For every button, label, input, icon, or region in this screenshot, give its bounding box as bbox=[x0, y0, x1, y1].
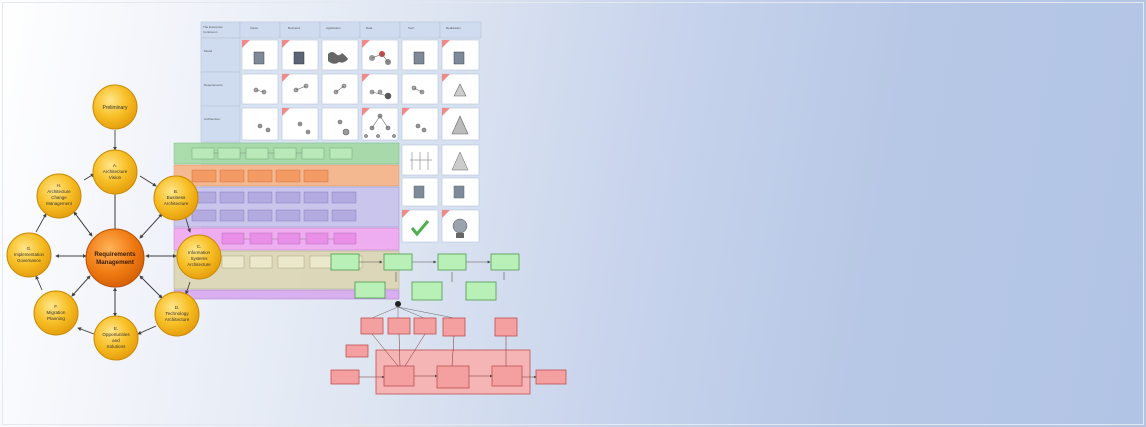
svg-text:Implementation: Implementation bbox=[14, 252, 45, 257]
svg-text:Architecture: Architecture bbox=[164, 201, 189, 206]
svg-text:Architecture: Architecture bbox=[187, 262, 211, 267]
svg-text:Vision: Vision bbox=[109, 175, 122, 180]
svg-text:Management: Management bbox=[96, 259, 134, 266]
svg-text:Governance: Governance bbox=[17, 258, 41, 263]
svg-text:H.: H. bbox=[57, 183, 61, 188]
svg-text:D.: D. bbox=[175, 305, 180, 310]
hub-requirements-management: Requirements Management bbox=[85, 228, 145, 288]
phase-f-migration-planning: F. Migration Planning bbox=[33, 290, 79, 336]
svg-text:Vision: Vision bbox=[250, 26, 258, 30]
svg-text:G.: G. bbox=[27, 246, 32, 251]
svg-text:Change: Change bbox=[51, 195, 67, 200]
svg-text:Architecture: Architecture bbox=[47, 189, 71, 194]
architecture-illustration: The EnterpriseContinuum Vision Business A… bbox=[6, 21, 567, 395]
svg-text:E.: E. bbox=[114, 326, 118, 331]
svg-text:Data: Data bbox=[366, 26, 373, 30]
svg-text:Continuum: Continuum bbox=[203, 30, 218, 34]
svg-text:Systems: Systems bbox=[191, 256, 209, 261]
svg-text:Information: Information bbox=[188, 250, 211, 255]
svg-text:F.: F. bbox=[54, 304, 58, 309]
svg-text:Solutions: Solutions bbox=[107, 344, 127, 349]
svg-text:Preliminary: Preliminary bbox=[102, 105, 128, 111]
process-flow bbox=[330, 253, 520, 319]
phase-h-architecture-change-management: H. Architecture Change Management bbox=[36, 173, 82, 219]
phase-c-information-systems-architecture: C. Information Systems Architecture bbox=[176, 234, 222, 280]
svg-text:Application: Application bbox=[326, 26, 341, 30]
svg-text:Opportunities: Opportunities bbox=[102, 332, 130, 337]
phase-b-business-architecture: B. Business Architecture bbox=[153, 175, 199, 221]
phase-g-implementation-governance: G. Implementation Governance bbox=[6, 232, 52, 278]
phase-preliminary: Preliminary bbox=[92, 84, 138, 130]
svg-text:Tech: Tech bbox=[408, 26, 415, 30]
data-flow bbox=[330, 317, 567, 395]
svg-text:Architecture: Architecture bbox=[103, 169, 128, 174]
svg-text:Migration: Migration bbox=[47, 310, 66, 315]
svg-text:A.: A. bbox=[113, 163, 117, 168]
svg-text:Business: Business bbox=[288, 26, 301, 30]
svg-text:Planning: Planning bbox=[47, 316, 65, 321]
svg-text:Architecture: Architecture bbox=[204, 117, 220, 121]
svg-text:Management: Management bbox=[46, 201, 72, 206]
svg-text:Requirements: Requirements bbox=[204, 83, 223, 87]
svg-text:Technology: Technology bbox=[165, 311, 189, 316]
phase-e-opportunities-and-solutions: E. Opportunities and Solutions bbox=[93, 315, 139, 361]
svg-text:B.: B. bbox=[174, 189, 178, 194]
phase-a-architecture-vision: A. Architecture Vision bbox=[92, 149, 138, 195]
svg-text:Requirements: Requirements bbox=[94, 251, 136, 258]
svg-text:Architecture: Architecture bbox=[165, 317, 190, 322]
svg-text:Model: Model bbox=[204, 49, 213, 53]
svg-text:C.: C. bbox=[197, 244, 201, 249]
phase-d-technology-architecture: D. Technology Architecture bbox=[154, 291, 200, 337]
svg-text:The Enterprise: The Enterprise bbox=[203, 25, 223, 29]
svg-text:Realization: Realization bbox=[446, 26, 461, 30]
svg-text:Business: Business bbox=[167, 195, 186, 200]
svg-text:and: and bbox=[112, 338, 120, 343]
